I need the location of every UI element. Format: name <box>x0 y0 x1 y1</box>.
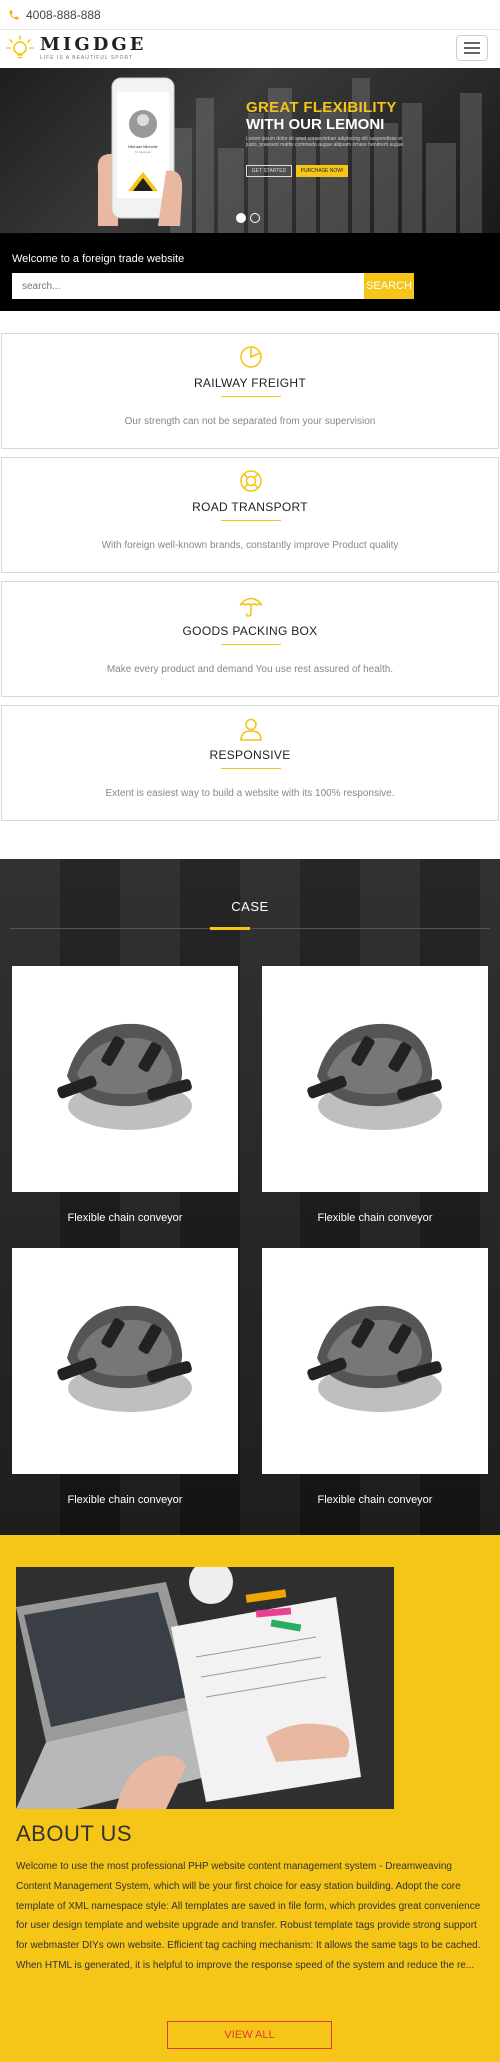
phone-number: 4008-888-888 <box>26 8 101 22</box>
hero-subtitle: WITH OUR LEMONI <box>246 116 385 133</box>
case-section: CASE Flexible chain conveyor Flexible ch… <box>0 859 500 1535</box>
service-divider <box>221 396 281 397</box>
logo[interactable]: MIGDGE LIFE IS A BEAUTIFUL SPORT <box>6 34 146 62</box>
service-divider <box>221 644 281 645</box>
logo-tagline: LIFE IS A BEAUTIFUL SPORT <box>40 54 134 61</box>
slider-pagination <box>236 213 260 223</box>
hero-slider[interactable]: Michael Michelle Sr. Designer GREAT FLEX… <box>0 68 500 233</box>
top-bar: 4008-888-888 <box>0 0 500 30</box>
conveyor-product-image <box>307 1305 442 1412</box>
hero-description: Lorem ipsum dolor sit amet consectetuer … <box>246 136 405 148</box>
phone-profile-name: Michael Michelle <box>128 144 158 149</box>
lightbulb-icon <box>6 35 34 59</box>
case-item-image[interactable] <box>262 966 488 1192</box>
site-header: MIGDGE LIFE IS A BEAUTIFUL SPORT <box>0 30 500 68</box>
logo-name: MIGDGE <box>40 33 147 55</box>
about-text: Welcome to use the most professional PHP… <box>16 1861 481 1971</box>
service-card-road-transport[interactable]: ROAD TRANSPORT With foreign well-known b… <box>1 457 499 573</box>
umbrella-icon <box>239 597 263 617</box>
service-card-railway-freight[interactable]: RAILWAY FREIGHT Our strength can not be … <box>1 333 499 449</box>
search-button[interactable]: SEARCH <box>364 273 414 299</box>
phone-profile-role: Sr. Designer <box>135 150 152 154</box>
case-item-image[interactable] <box>12 1248 238 1474</box>
service-title: GOODS PACKING BOX <box>182 624 318 638</box>
conveyor-product-image <box>307 1023 442 1130</box>
case-item-image[interactable] <box>12 966 238 1192</box>
city-skyline-image <box>170 78 482 233</box>
about-title: ABOUT US <box>16 1821 133 1846</box>
case-item-label[interactable]: Flexible chain conveyor <box>12 1494 238 1506</box>
conveyor-product-image <box>57 1023 192 1130</box>
slider-dot-1[interactable] <box>236 213 246 223</box>
phone-contact[interactable]: 4008-888-888 <box>8 8 101 22</box>
conveyor-product-image <box>57 1305 192 1412</box>
service-card-goods-packing-box[interactable]: GOODS PACKING BOX Make every product and… <box>1 581 499 697</box>
case-item-label[interactable]: Flexible chain conveyor <box>262 1494 488 1506</box>
service-description: Extent is easiest way to build a website… <box>105 788 395 799</box>
service-description: Make every product and demand You use re… <box>106 664 394 675</box>
service-description: With foreign well-known brands, constant… <box>101 540 399 551</box>
hero-title: GREAT FLEXIBILITY <box>246 99 397 116</box>
case-title: CASE <box>231 899 269 914</box>
user-icon <box>240 718 262 741</box>
lifebuoy-icon <box>240 470 262 492</box>
pie-chart-icon <box>240 346 262 368</box>
case-item-label[interactable]: Flexible chain conveyor <box>12 1212 238 1224</box>
service-title: ROAD TRANSPORT <box>192 500 308 514</box>
search-section: Welcome to a foreign trade website SEARC… <box>0 233 500 311</box>
search-input[interactable] <box>12 273 364 299</box>
purchase-now-button[interactable]: PURCHASE NOW! <box>296 165 348 177</box>
about-section: ABOUT US Welcome to use the most profess… <box>0 1535 500 2062</box>
case-divider-accent <box>210 927 250 930</box>
service-divider <box>221 520 281 521</box>
service-description: Our strength can not be separated from y… <box>124 416 376 427</box>
case-item-label[interactable]: Flexible chain conveyor <box>262 1212 488 1224</box>
get-started-button[interactable]: GET STARTED <box>246 165 292 177</box>
laptop-desk-image <box>16 1567 394 1809</box>
service-title: RESPONSIVE <box>209 748 291 762</box>
phone-icon <box>9 10 19 20</box>
hamburger-menu-icon <box>464 42 480 44</box>
case-item-image[interactable] <box>262 1248 488 1474</box>
view-all-button[interactable]: VIEW ALL <box>167 2021 332 2049</box>
service-divider <box>221 768 281 769</box>
hand-phone-image: Michael Michelle Sr. Designer <box>97 77 183 226</box>
service-card-responsive[interactable]: RESPONSIVE Extent is easiest way to buil… <box>1 705 499 821</box>
case-divider <box>10 928 490 929</box>
service-title: RAILWAY FREIGHT <box>193 376 307 390</box>
hamburger-menu-button[interactable] <box>456 35 488 61</box>
slider-dot-2[interactable] <box>250 213 260 223</box>
about-image <box>16 1567 394 1809</box>
welcome-text: Welcome to a foreign trade website <box>12 253 185 265</box>
